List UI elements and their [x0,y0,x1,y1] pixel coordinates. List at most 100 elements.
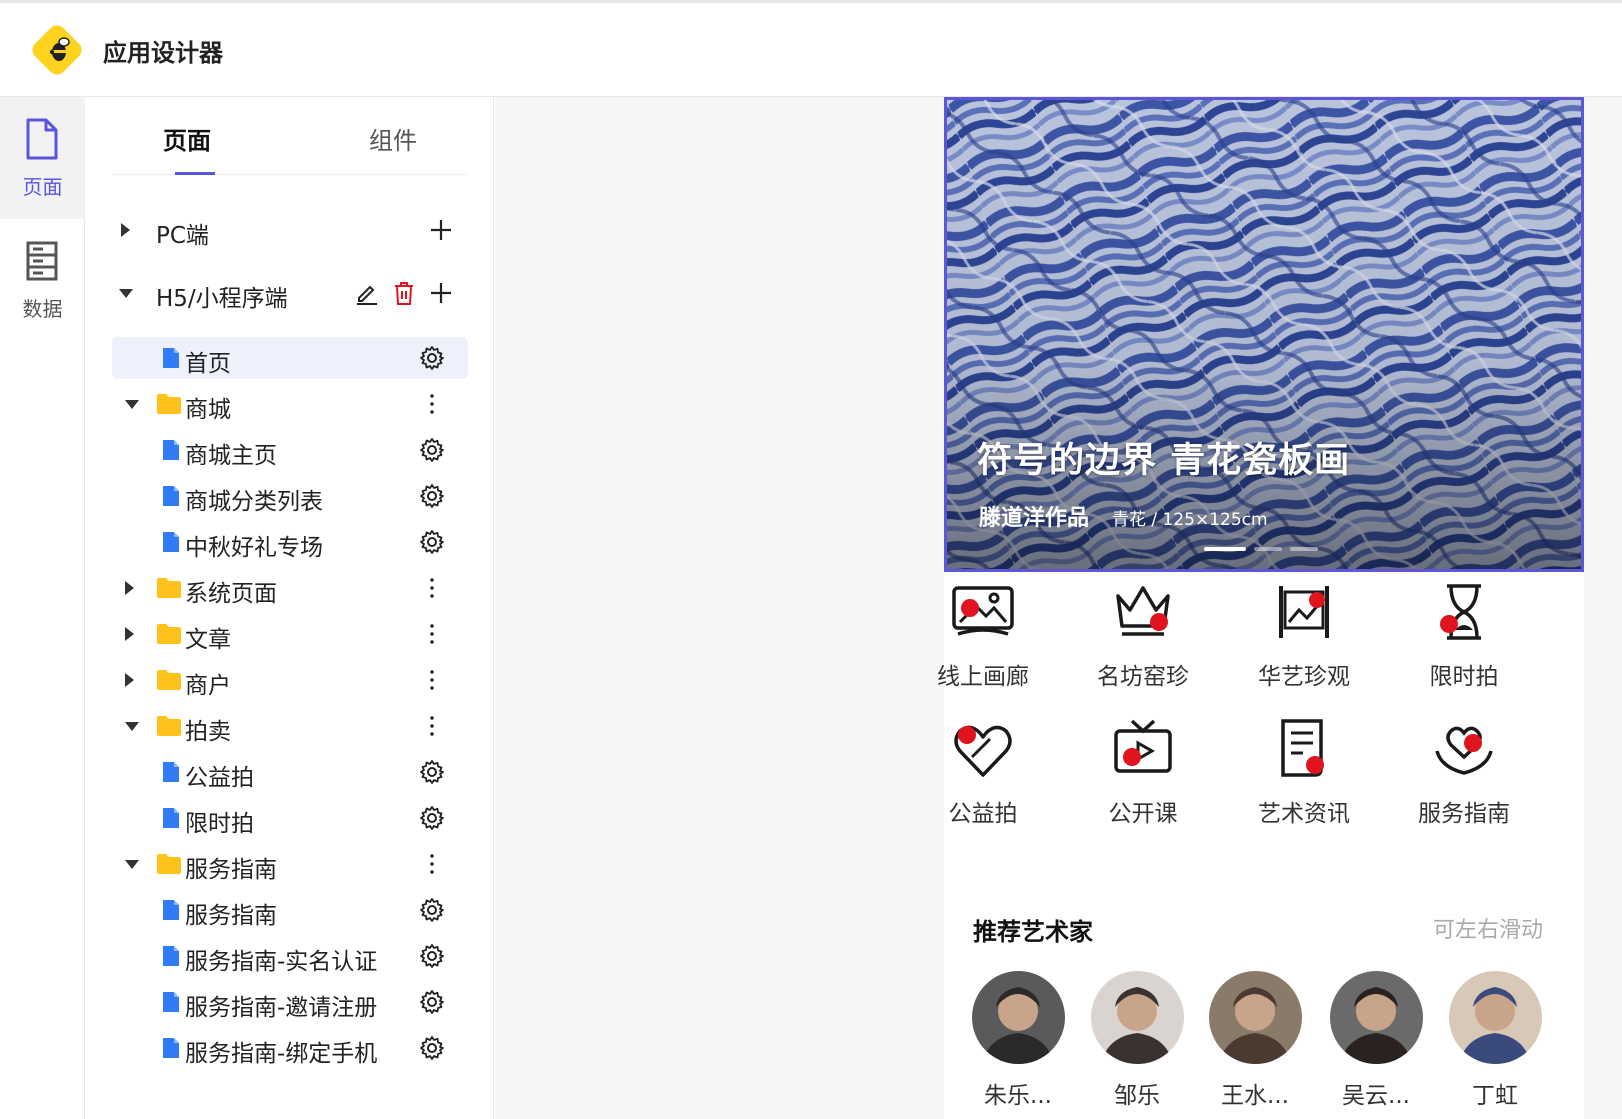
tree-page-item[interactable]: 服务指南-邀请注册 [112,981,468,1023]
tree-item-label: 服务指南 [185,903,277,929]
more-vertical-icon[interactable] [419,575,445,605]
tree-page-item[interactable]: 限时拍 [112,797,468,839]
add-icon[interactable] [428,280,454,306]
tree-page-item[interactable]: 服务指南 [112,889,468,931]
settings-gear-icon[interactable] [419,483,445,513]
file-icon [162,991,180,1017]
artist-avatar [1330,971,1423,1064]
folder-icon [156,715,182,741]
tree-folder-item[interactable]: 服务指南 [112,843,468,885]
tree-page-item[interactable]: 中秋好礼专场 [112,521,468,563]
grid-item[interactable]: 名坊窑珍 [1073,580,1213,700]
settings-gear-icon[interactable] [419,897,445,927]
artist-avatar [1209,971,1302,1064]
grid-item-label: 线上画廊 [937,664,1029,690]
tree-item-label: 服务指南-绑定手机 [185,1041,378,1067]
group-label: PC端 [156,223,209,249]
tree-item-label: 限时拍 [185,811,254,837]
tree-page-item[interactable]: 首页 [112,337,468,379]
section-title: 推荐艺术家 [973,918,1093,946]
file-icon [162,899,180,925]
grid-item-label: 华艺珍观 [1258,664,1350,690]
artist-name: 吴云... [1342,1083,1410,1109]
banner-carousel[interactable]: 符号的边界 青花瓷板画 滕道洋作品 青花 / 125×125cm [944,97,1584,572]
settings-gear-icon[interactable] [419,989,445,1019]
carousel-dot[interactable] [1290,547,1318,551]
settings-gear-icon[interactable] [419,943,445,973]
settings-gear-icon[interactable] [419,529,445,559]
tree-page-item[interactable]: 服务指南-实名认证 [112,935,468,977]
file-icon [162,347,180,373]
caret-down-icon[interactable] [125,400,139,409]
tree-folder-item[interactable]: 系统页面 [112,567,468,609]
more-vertical-icon[interactable] [419,621,445,651]
rail-item-data[interactable]: 数据 [0,219,85,341]
tree-item-label: 拍卖 [185,719,231,745]
more-vertical-icon[interactable] [419,391,445,421]
rail-item-pages[interactable]: 页面 [0,97,85,219]
tree-folder-item[interactable]: 文章 [112,613,468,655]
add-icon[interactable] [428,217,454,243]
tree-item-label: 服务指南-邀请注册 [185,995,378,1021]
carousel-dot-active[interactable] [1204,547,1246,551]
tree-item-label: 服务指南-实名认证 [185,949,378,975]
caret-down-icon[interactable] [125,860,139,869]
grid-item[interactable]: 华艺珍观 [1234,580,1374,700]
top-bar: 应用设计器 [0,0,1622,97]
settings-gear-icon[interactable] [419,345,445,375]
page-icon [26,118,58,160]
folder-icon [156,853,182,879]
caret-right-icon[interactable] [125,627,134,641]
file-icon [162,761,180,787]
tab-pages[interactable]: 页面 [163,121,211,156]
caret-down-icon[interactable] [119,289,133,298]
tree-folder-item[interactable]: 商户 [112,659,468,701]
tree-page-item[interactable]: 公益拍 [112,751,468,793]
tab-indicator [175,172,215,175]
settings-gear-icon[interactable] [419,1035,445,1065]
heart-hand-icon [954,725,1012,777]
grid-item[interactable]: 服务指南 [1394,717,1534,837]
more-vertical-icon[interactable] [419,667,445,697]
tree-page-item[interactable]: 商城主页 [112,429,468,471]
caret-right-icon[interactable] [121,223,130,237]
tree-item-label: 商城 [185,397,231,423]
settings-gear-icon[interactable] [419,759,445,789]
tree-item-label: 中秋好礼专场 [185,535,323,561]
settings-gear-icon[interactable] [419,437,445,467]
grid-item[interactable]: 公开课 [1073,717,1213,837]
database-icon [26,241,58,281]
file-icon [162,807,180,833]
group-h5[interactable]: H5/小程序端 [112,272,468,314]
tab-components[interactable]: 组件 [369,121,417,156]
app-title: 应用设计器 [103,39,223,67]
edit-icon[interactable] [354,280,380,306]
app-logo-icon [32,25,82,75]
crown-icon [1116,586,1170,636]
group-pc[interactable]: PC端 [112,209,468,251]
hourglass-icon [1440,584,1481,640]
canvas-right-edge [1584,97,1622,1119]
caret-right-icon[interactable] [125,673,134,687]
banner-author: 滕道洋作品 [979,506,1090,531]
group-label: H5/小程序端 [156,286,288,312]
more-vertical-icon[interactable] [419,851,445,881]
settings-gear-icon[interactable] [419,805,445,835]
grid-item[interactable]: 公益拍 [913,717,1053,837]
left-rail: 页面 数据 [0,97,85,1119]
grid-item-label: 服务指南 [1418,801,1510,827]
tree-page-item[interactable]: 服务指南-绑定手机 [112,1027,468,1069]
tree-folder-item[interactable]: 拍卖 [112,705,468,747]
section-hint: 可左右滑动 [1433,918,1544,943]
tree-folder-item[interactable]: 商城 [112,383,468,425]
tree-page-item[interactable]: 商城分类列表 [112,475,468,517]
grid-item[interactable]: 线上画廊 [913,580,1053,700]
grid-item[interactable]: 艺术资讯 [1234,717,1374,837]
more-vertical-icon[interactable] [419,713,445,743]
delete-icon[interactable] [391,280,417,306]
caret-right-icon[interactable] [125,581,134,595]
artist-name: 朱乐... [984,1083,1052,1109]
caret-down-icon[interactable] [125,722,139,731]
grid-item[interactable]: 限时拍 [1394,580,1534,700]
carousel-dot[interactable] [1254,547,1282,551]
